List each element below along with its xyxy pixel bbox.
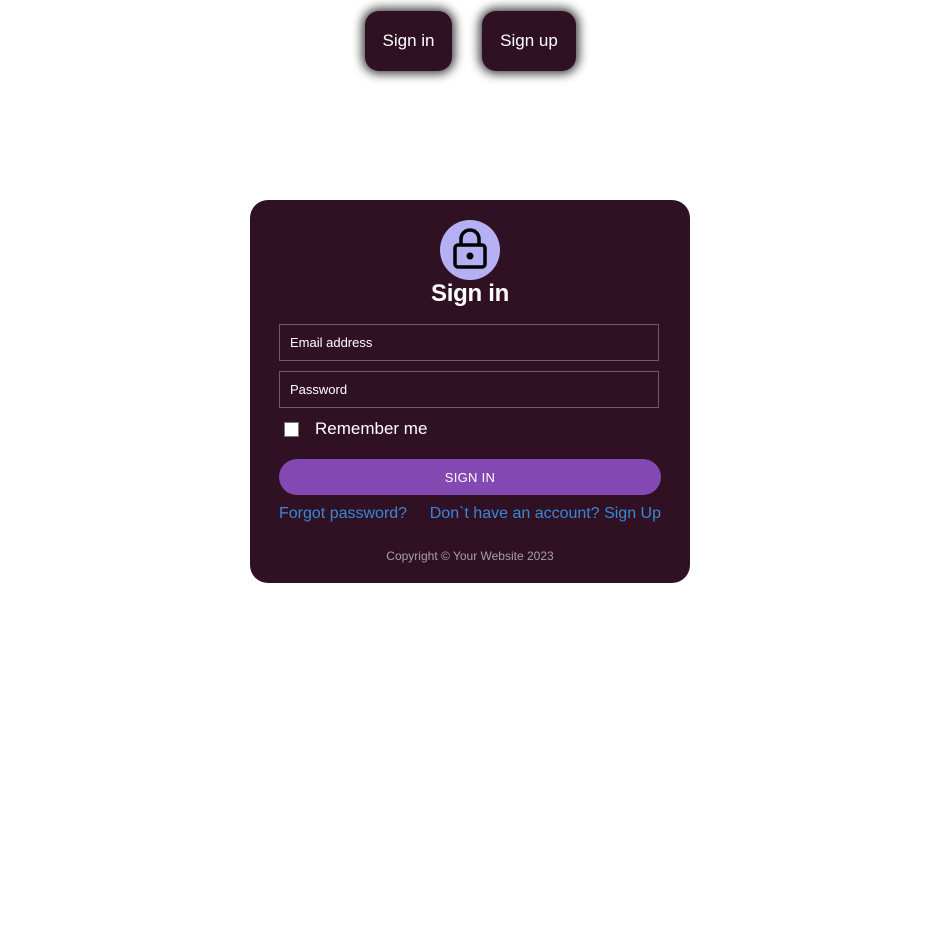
sign-up-link[interactable]: Don`t have an account? Sign Up xyxy=(430,505,661,523)
email-field[interactable] xyxy=(279,324,659,361)
sign-in-submit-button[interactable]: SIGN IN xyxy=(279,459,661,495)
form-title: Sign in xyxy=(431,280,509,307)
remember-me-label[interactable]: Remember me xyxy=(315,419,427,439)
top-nav: Sign in Sign up xyxy=(0,11,940,71)
avatar xyxy=(440,220,500,280)
nav-sign-up-button[interactable]: Sign up xyxy=(482,11,576,71)
remember-me-row: Remember me xyxy=(282,419,427,439)
password-field[interactable] xyxy=(279,371,659,408)
forgot-password-link[interactable]: Forgot password? xyxy=(279,505,407,523)
copyright-text: Copyright © Your Website 2023 xyxy=(386,549,554,563)
nav-sign-in-button[interactable]: Sign in xyxy=(365,11,452,71)
remember-me-checkbox[interactable] xyxy=(284,421,299,437)
lock-icon xyxy=(452,226,488,275)
sign-in-card: Sign in Remember me SIGN IN Forgot passw… xyxy=(250,200,690,583)
